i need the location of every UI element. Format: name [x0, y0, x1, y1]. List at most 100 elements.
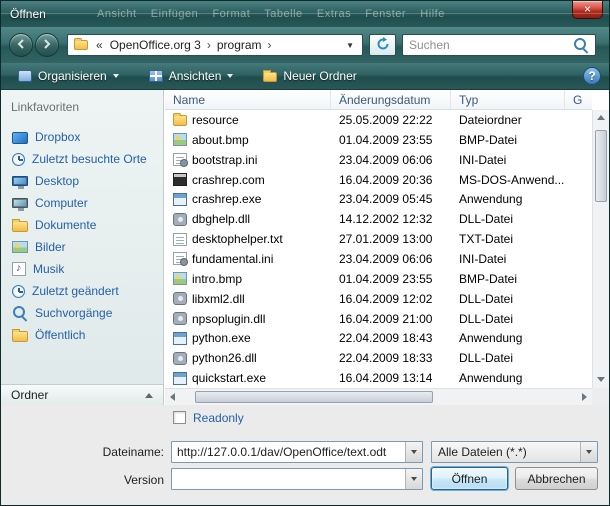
file-date: 16.04.2009 21:00 — [331, 312, 451, 326]
table-row[interactable]: intro.bmp 01.04.2009 23:55 BMP-Datei — [165, 269, 592, 289]
table-row[interactable]: python.exe 22.04.2009 18:43 Anwendung — [165, 328, 592, 348]
column-header-size[interactable]: G — [565, 90, 592, 109]
file-type: DLL-Datei — [451, 351, 565, 365]
public-icon — [12, 331, 28, 342]
folders-toggle[interactable]: Ordner — [1, 384, 164, 405]
readonly-checkbox[interactable] — [173, 411, 186, 424]
file-type: BMP-Datei — [451, 272, 565, 286]
column-header-type[interactable]: Typ — [451, 90, 565, 109]
scroll-up-button[interactable] — [593, 110, 609, 126]
help-button[interactable]: ? — [583, 67, 601, 85]
file-name: libxml2.dll — [192, 292, 245, 306]
txt-file-icon — [173, 233, 187, 246]
file-name: fundamental.ini — [192, 252, 273, 266]
filename-input[interactable] — [172, 445, 405, 459]
sidebar-item-documents[interactable]: Dokumente — [1, 214, 163, 236]
filetype-dropdown-button[interactable] — [580, 442, 597, 462]
refresh-icon — [376, 37, 390, 54]
table-row[interactable]: crashrep.com 16.04.2009 20:36 MS-DOS-Anw… — [165, 170, 592, 190]
breadcrumb-segment-openoffice[interactable]: OpenOffice.org 3 — [106, 37, 205, 53]
table-row[interactable]: dbghelp.dll 14.12.2002 12:32 DLL-Datei — [165, 209, 592, 229]
sidebar-item-dropbox[interactable]: Dropbox — [1, 126, 163, 148]
table-row[interactable]: crashrep.exe 23.04.2009 05:45 Anwendung — [165, 189, 592, 209]
column-header-name[interactable]: Name — [165, 90, 331, 109]
version-dropdown-button[interactable] — [405, 469, 422, 489]
file-type: Anwendung — [451, 331, 565, 345]
sidebar-item-searches[interactable]: Suchvorgänge — [1, 302, 163, 324]
breadcrumb-segment-program[interactable]: program — [213, 37, 266, 53]
browse-area: Linkfavoriten Dropbox Zuletzt besuchte O… — [1, 90, 609, 405]
breadcrumb[interactable]: « OpenOffice.org 3 › program › ▼ — [67, 34, 363, 56]
breadcrumb-separator[interactable]: › — [205, 37, 213, 53]
cancel-button[interactable]: Abbrechen — [515, 467, 598, 490]
file-type: DLL-Datei — [451, 212, 565, 226]
favorites-sidebar: Linkfavoriten Dropbox Zuletzt besuchte O… — [1, 90, 164, 405]
sidebar-item-label: Suchvorgänge — [35, 306, 112, 320]
table-row[interactable]: bootstrap.ini 23.04.2009 06:06 INI-Datei — [165, 150, 592, 170]
bmp-file-icon — [173, 272, 187, 285]
filename-combobox — [171, 441, 423, 463]
organize-icon — [18, 70, 32, 82]
file-type: BMP-Datei — [451, 133, 565, 147]
scroll-right-button[interactable] — [576, 389, 592, 405]
file-type: Anwendung — [451, 192, 565, 206]
sidebar-item-label: Musik — [33, 262, 64, 276]
table-row[interactable]: libxml2.dll 16.04.2009 12:02 DLL-Datei — [165, 289, 592, 309]
sidebar-item-public[interactable]: Öffentlich — [1, 324, 163, 346]
chevron-down-icon — [411, 477, 417, 481]
file-name: npsoplugin.dll — [192, 312, 265, 326]
sidebar-item-pictures[interactable]: Bilder — [1, 236, 163, 258]
recent-places-icon — [12, 153, 25, 166]
organize-button[interactable]: Organisieren — [9, 66, 128, 87]
sidebar-item-recently-changed[interactable]: Zuletzt geändert — [1, 280, 163, 302]
table-row[interactable]: quickstart.exe 16.04.2009 13:14 Anwendun… — [165, 368, 592, 388]
search-icon[interactable] — [574, 38, 588, 52]
file-name: dbghelp.dll — [192, 212, 250, 226]
filetype-combobox[interactable]: Alle Dateien (*.*) — [431, 441, 598, 463]
folder-icon — [173, 115, 187, 126]
sidebar-item-label: Bilder — [35, 240, 66, 254]
breadcrumb-overflow-chevron[interactable]: « — [96, 38, 103, 52]
close-button[interactable]: × — [572, 1, 603, 19]
forward-button[interactable] — [35, 33, 59, 57]
back-button[interactable] — [9, 33, 33, 57]
folders-toggle-label: Ordner — [11, 388, 48, 402]
search-box — [402, 34, 596, 56]
horizontal-scroll-thumb[interactable] — [195, 391, 433, 403]
vertical-scroll-thumb[interactable] — [595, 130, 607, 202]
new-folder-button[interactable]: Neuer Ordner — [254, 66, 365, 87]
sidebar-item-computer[interactable]: Computer — [1, 192, 163, 214]
search-input[interactable] — [403, 38, 574, 52]
table-row[interactable]: desktophelper.txt 27.01.2009 13:00 TXT-D… — [165, 229, 592, 249]
open-button[interactable]: Öffnen — [431, 467, 508, 490]
dialog-title: Öffnen — [10, 7, 46, 21]
table-row[interactable]: about.bmp 01.04.2009 23:55 BMP-Datei — [165, 130, 592, 150]
file-name: about.bmp — [192, 133, 249, 147]
file-date: 01.04.2009 23:55 — [331, 133, 451, 147]
views-button[interactable]: Ansichten — [140, 66, 243, 87]
table-row[interactable]: npsoplugin.dll 16.04.2009 21:00 DLL-Date… — [165, 309, 592, 329]
sidebar-item-recent-places[interactable]: Zuletzt besuchte Orte — [1, 148, 163, 170]
table-row[interactable]: python26.dll 22.04.2009 18:33 DLL-Datei — [165, 348, 592, 368]
column-header-date[interactable]: Änderungsdatum — [331, 90, 451, 109]
file-name: quickstart.exe — [192, 371, 266, 385]
application-icon — [173, 193, 187, 206]
sidebar-item-desktop[interactable]: Desktop — [1, 170, 163, 192]
breadcrumb-dropdown-icon[interactable]: ▼ — [342, 41, 358, 50]
breadcrumb-separator[interactable]: › — [266, 37, 274, 53]
scroll-down-button[interactable] — [593, 372, 609, 388]
scroll-left-button[interactable] — [165, 389, 181, 405]
file-name: resource — [192, 113, 239, 127]
refresh-button[interactable] — [369, 34, 396, 56]
table-row[interactable]: resource 25.05.2009 22:22 Dateiordner — [165, 110, 592, 130]
horizontal-scrollbar[interactable] — [165, 388, 592, 405]
version-combobox[interactable] — [171, 468, 423, 490]
filename-dropdown-button[interactable] — [405, 442, 422, 462]
sidebar-item-music[interactable]: Musik — [1, 258, 163, 280]
vertical-scrollbar[interactable] — [592, 110, 609, 388]
readonly-label[interactable]: Readonly — [193, 411, 244, 425]
file-date: 23.04.2009 05:45 — [331, 192, 451, 206]
command-toolbar: Organisieren Ansichten Neuer Ordner ? — [1, 63, 609, 90]
sidebar-item-label: Dropbox — [35, 130, 80, 144]
table-row[interactable]: fundamental.ini 23.04.2009 06:06 INI-Dat… — [165, 249, 592, 269]
